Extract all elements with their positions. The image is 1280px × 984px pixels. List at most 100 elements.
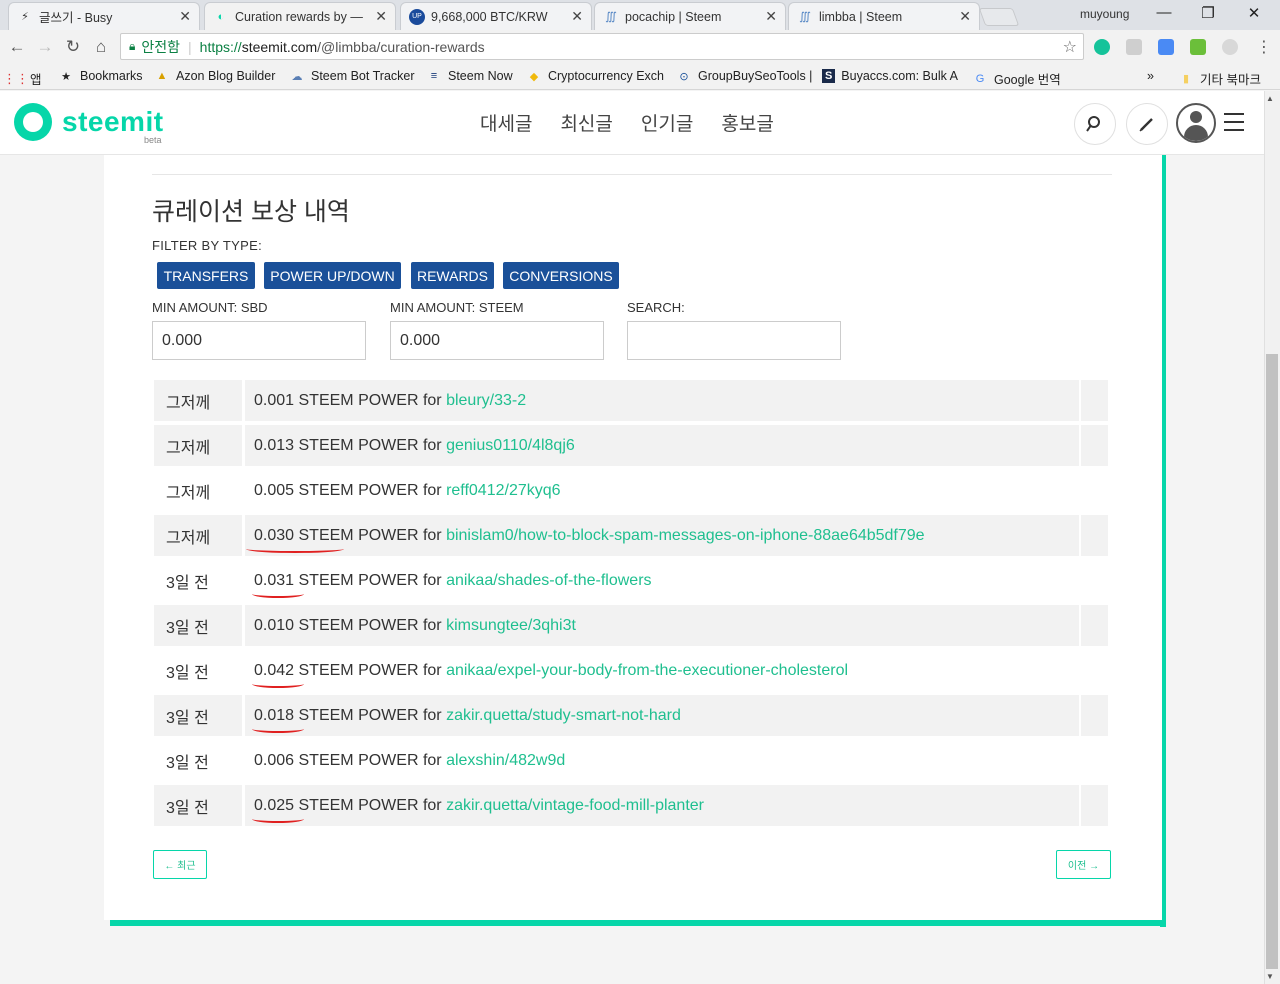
post-link[interactable]: binislam0/how-to-block-spam-messages-on-…	[446, 527, 925, 545]
row-time: 3일 전	[154, 785, 242, 826]
row-description: 0.006 STEEM POWER for alexshin/482w9d	[245, 740, 1079, 781]
close-icon[interactable]: ✕	[765, 8, 777, 25]
beta-label: beta	[144, 135, 162, 145]
close-icon[interactable]: ✕	[959, 8, 971, 25]
wordpress-extension-icon[interactable]	[1222, 39, 1238, 55]
older-page-button[interactable]: 이전 →	[1056, 850, 1111, 879]
filter-transfers-button[interactable]: TRANSFERS	[157, 262, 255, 289]
scroll-down-arrow[interactable]: ▼	[1266, 972, 1274, 981]
table-row: 그저께 0.005 STEEM POWER for reff0412/27kyq…	[152, 468, 1112, 513]
post-link[interactable]: zakir.quetta/vintage-food-mill-planter	[446, 797, 704, 815]
steemit-logo[interactable]: steemit	[14, 103, 164, 141]
extension-icon[interactable]	[1126, 39, 1142, 55]
close-icon[interactable]: ✕	[179, 8, 191, 25]
grammarly-extension-icon[interactable]	[1094, 39, 1110, 55]
post-link[interactable]: alexshin/482w9d	[446, 752, 565, 770]
home-icon[interactable]: ⌂	[90, 37, 112, 57]
logo-text: steemit	[62, 106, 164, 137]
tab-title: Curation rewards by —	[235, 9, 363, 24]
bookmark-item[interactable]: ☁ Steem Bot Tracker	[289, 69, 415, 83]
new-tab-button[interactable]	[978, 8, 1020, 26]
user-avatar[interactable]	[1176, 103, 1216, 143]
table-row: 3일 전 0.006 STEEM POWER for alexshin/482w…	[152, 738, 1112, 783]
browser-tab-active[interactable]: ◐ Curation rewards by — ✕	[204, 2, 396, 30]
google-translate-icon: G	[975, 72, 985, 85]
post-link[interactable]: bleury/33-2	[446, 392, 526, 410]
bookmark-star-icon[interactable]: ☆	[1063, 37, 1077, 57]
filter-conversions-button[interactable]: CONVERSIONS	[503, 262, 619, 289]
reward-amount: 0.042	[251, 661, 305, 688]
newer-page-button[interactable]: ← 최근	[153, 850, 207, 879]
restore-icon[interactable]: ❐	[1198, 4, 1218, 22]
reward-amount: 0.005	[254, 481, 295, 499]
url-domain: steemit.com	[241, 38, 318, 55]
write-post-button[interactable]	[1126, 103, 1168, 145]
bookmark-item[interactable]: ◆ Cryptocurrency Exch	[526, 69, 664, 83]
reload-icon[interactable]: ↻	[62, 37, 84, 57]
post-link[interactable]: anikaa/shades-of-the-flowers	[446, 572, 651, 590]
search-input[interactable]	[627, 321, 841, 360]
forward-icon[interactable]: →	[34, 37, 56, 57]
extension-icon[interactable]	[1190, 39, 1206, 55]
close-icon[interactable]: ✕	[571, 8, 583, 25]
steemit-icon: ◐	[217, 10, 225, 23]
row-description: 0.001 STEEM POWER for bleury/33-2	[245, 380, 1079, 421]
browser-menu-icon[interactable]: ⋮	[1256, 37, 1272, 57]
browser-tab[interactable]: ∭ limbba | Steem ✕	[788, 2, 980, 30]
row-time: 3일 전	[166, 754, 209, 772]
nav-trending[interactable]: 대세글	[480, 109, 532, 136]
apps-shortcut[interactable]: ⋮⋮ 앱	[3, 69, 42, 88]
bookmarks-bar: ⋮⋮ 앱 ★ Bookmarks ▲ Azon Blog Builder ☁ S…	[0, 63, 1280, 90]
steemit-logo-icon	[14, 103, 52, 141]
browser-tab[interactable]: ⚡ 글쓰기 - Busy ✕	[8, 2, 200, 30]
binance-icon: ◆	[529, 70, 539, 83]
pencil-icon	[1139, 118, 1153, 132]
bookmark-item[interactable]: ⊙ GroupBuySeoTools |	[676, 69, 812, 83]
min-steem-label: MIN AMOUNT: STEEM	[390, 300, 524, 315]
post-link[interactable]: anikaa/expel-your-body-from-the-executio…	[446, 662, 848, 680]
post-link[interactable]: zakir.quetta/study-smart-not-hard	[446, 707, 681, 725]
secure-label: 안전함	[141, 38, 181, 55]
bookmark-item[interactable]: G Google 번역	[972, 69, 1061, 88]
window-close-icon[interactable]: ✕	[1244, 4, 1264, 22]
back-icon[interactable]: ←	[6, 37, 28, 57]
row-time: 그저께	[154, 425, 242, 466]
post-link[interactable]: genius0110/4l8qj6	[446, 437, 575, 455]
bookmark-item[interactable]: S Buyaccs.com: Bulk A	[822, 69, 958, 83]
table-row: 그저께 0.030 STEEM POWER for binislam0/how-…	[152, 513, 1112, 558]
scroll-up-arrow[interactable]: ▲	[1266, 94, 1274, 103]
table-row: 3일 전 0.031 STEEM POWER for anikaa/shades…	[152, 558, 1112, 603]
browser-tab[interactable]: ∭ pocachip | Steem ✕	[594, 2, 786, 30]
bookmark-item[interactable]: ★ Bookmarks	[58, 69, 142, 83]
tab-title: 글쓰기 - Busy	[39, 11, 113, 25]
azon-icon: ▲	[156, 70, 168, 82]
upbit-icon: UP	[409, 8, 425, 25]
main-nav: 대세글 최신글 인기글 홍보글	[480, 109, 774, 136]
reward-unit: STEEM POWER for	[298, 616, 442, 634]
nav-new[interactable]: 최신글	[560, 109, 612, 136]
hamburger-menu-icon[interactable]	[1224, 113, 1244, 137]
min-sbd-input[interactable]	[152, 321, 366, 360]
close-icon[interactable]: ✕	[375, 8, 387, 25]
post-link[interactable]: reff0412/27kyq6	[446, 482, 560, 500]
post-link[interactable]: kimsungtee/3qhi3t	[446, 617, 576, 635]
reward-amount: 0.025	[251, 796, 305, 823]
bookmark-item[interactable]: ▲ Azon Blog Builder	[154, 69, 276, 83]
scrollbar-thumb[interactable]	[1266, 354, 1278, 969]
bookmarks-overflow[interactable]: »	[1147, 69, 1154, 83]
minimize-icon[interactable]: —	[1154, 4, 1174, 21]
other-bookmarks[interactable]: ▮ 기타 북마크	[1178, 69, 1261, 88]
search-button[interactable]	[1074, 103, 1116, 145]
bookmark-item[interactable]: ≡ Steem Now	[426, 69, 513, 83]
filter-power-button[interactable]: POWER UP/DOWN	[264, 262, 401, 289]
min-steem-input[interactable]	[390, 321, 604, 360]
row-time: 그저께	[154, 515, 242, 556]
address-bar[interactable]: 🔒︎ 안전함 | https:// steemit.com /@limbba/c…	[120, 33, 1084, 60]
nav-hot[interactable]: 인기글	[641, 109, 693, 136]
translate-extension-icon[interactable]	[1158, 39, 1174, 55]
nav-promoted[interactable]: 홍보글	[721, 109, 773, 136]
browser-tab[interactable]: UP 9,668,000 BTC/KRW ✕	[400, 2, 592, 30]
browser-profile-name[interactable]: muyoung	[1080, 7, 1129, 21]
row-description: 0.005 STEEM POWER for reff0412/27kyq6	[245, 470, 1079, 511]
filter-rewards-button[interactable]: REWARDS	[411, 262, 494, 289]
